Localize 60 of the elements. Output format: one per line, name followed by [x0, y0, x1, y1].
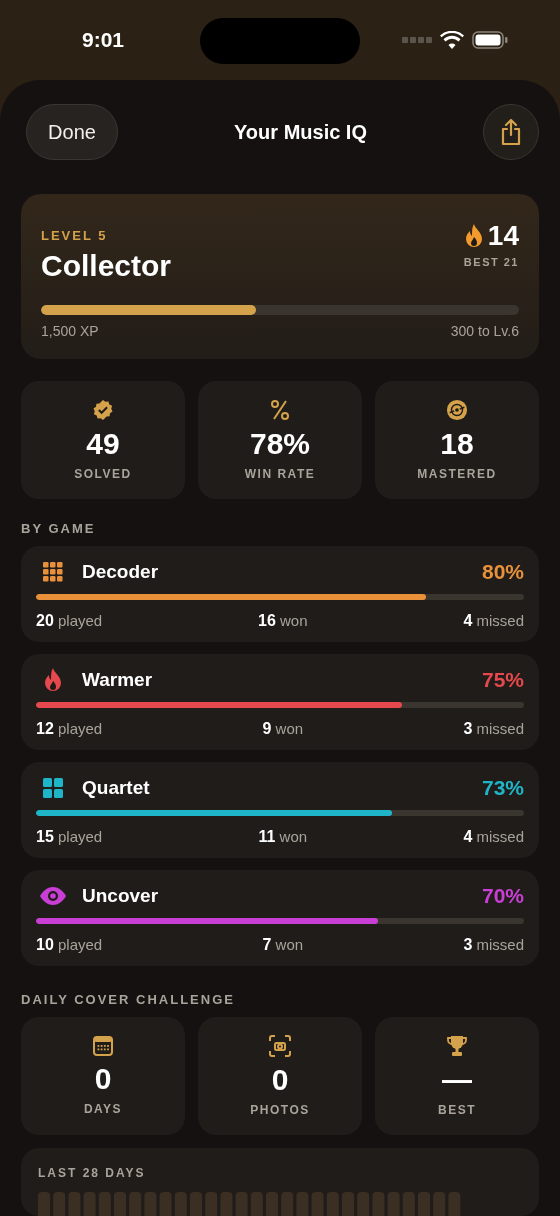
stat-label: MASTERED	[417, 467, 497, 481]
camera-scan-icon	[269, 1035, 291, 1057]
stat-value: 49	[86, 427, 120, 461]
rank-title: Collector	[41, 249, 172, 283]
played-count: 20 played	[36, 612, 103, 630]
history-title: LAST 28 DAYS	[38, 1166, 147, 1180]
section-heading: BY GAME	[21, 521, 97, 536]
calendar-icon	[93, 1036, 113, 1056]
stat-value: 78%	[249, 427, 310, 461]
played-count: 12 played	[36, 720, 103, 738]
game-name: Uncover	[82, 885, 160, 907]
stat-label: PHOTOS	[250, 1103, 310, 1117]
sheet-title: Your Music IQ	[234, 120, 367, 144]
stat-label: WIN RATE	[244, 467, 316, 481]
won-count: 9 won	[262, 720, 304, 738]
share-button[interactable]	[483, 104, 539, 160]
won-count: 11 won	[258, 828, 308, 846]
wifi-icon	[440, 31, 464, 49]
share-icon	[500, 118, 522, 146]
verified-badge-icon	[92, 399, 114, 421]
percent-icon	[270, 399, 290, 421]
stat-value: 0	[271, 1063, 289, 1097]
disc-icon	[446, 399, 468, 421]
played-count: 10 played	[36, 936, 103, 954]
missed-count: 4 missed	[463, 828, 524, 846]
win-percent: 70%	[481, 884, 524, 908]
win-percent: 75%	[481, 668, 524, 692]
streak-count: 14	[487, 220, 519, 252]
stat-value: 0	[94, 1062, 112, 1096]
four-squares-icon	[43, 778, 63, 798]
game-name: Warmer	[82, 669, 154, 691]
status-time: 9:01	[82, 28, 125, 52]
signal-icon	[402, 37, 432, 43]
level-label: LEVEL 5	[41, 228, 109, 243]
trophy-icon	[447, 1035, 467, 1057]
battery-icon	[472, 31, 508, 49]
won-count: 16 won	[258, 612, 308, 630]
won-count: 7 won	[262, 936, 304, 954]
game-name: Decoder	[82, 561, 160, 583]
stat-label: DAYS	[83, 1102, 123, 1116]
missed-count: 3 missed	[463, 720, 524, 738]
grid-icon	[43, 562, 63, 582]
game-name: Quartet	[82, 777, 151, 799]
xp-total: 1,500 XP	[41, 323, 99, 339]
played-count: 15 played	[36, 828, 103, 846]
missed-count: 4 missed	[463, 612, 524, 630]
stat-value: —	[442, 1063, 472, 1097]
stat-label: SOLVED	[74, 467, 132, 481]
win-percent: 80%	[481, 560, 524, 584]
flame-icon	[463, 224, 484, 248]
stat-label: BEST	[438, 1103, 476, 1117]
missed-count: 3 missed	[463, 936, 524, 954]
win-percent: 73%	[481, 776, 524, 800]
xp-to-next-level: 300 to Lv.6	[450, 323, 519, 339]
done-button[interactable]: Done	[26, 104, 118, 160]
best-streak: BEST 21	[463, 256, 519, 268]
flame-icon	[43, 668, 63, 692]
eye-icon	[40, 887, 66, 905]
section-heading: DAILY COVER CHALLENGE	[21, 992, 236, 1007]
stat-value: 18	[440, 427, 474, 461]
